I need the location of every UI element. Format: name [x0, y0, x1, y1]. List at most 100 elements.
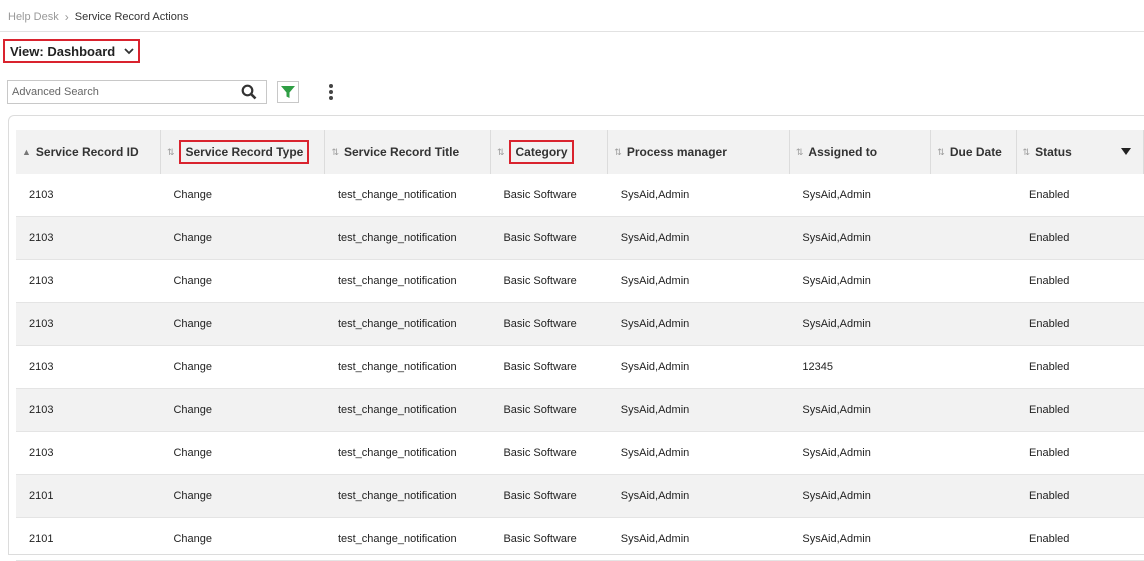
table-cell: Enabled: [1016, 216, 1144, 260]
filter-button[interactable]: [277, 81, 299, 103]
column-menu-caret-icon[interactable]: [1121, 148, 1131, 155]
table-cell: SysAid,Admin: [789, 216, 931, 260]
table-cell: SysAid,Admin: [607, 517, 790, 561]
sort-icon: ⇅: [166, 146, 175, 157]
table-cell: Enabled: [1016, 517, 1144, 561]
column-header-due-date[interactable]: ⇅ Due Date: [930, 130, 1017, 174]
table-cell: SysAid,Admin: [789, 431, 931, 475]
column-header-label: Process manager: [626, 145, 727, 159]
table-cell: Basic Software: [490, 216, 608, 260]
table-cell: Basic Software: [490, 474, 608, 518]
search-input[interactable]: [8, 81, 234, 103]
table-cell: SysAid,Admin: [607, 474, 790, 518]
table-cell: test_change_notification: [324, 259, 491, 303]
table-cell: [930, 174, 1017, 217]
column-header-status[interactable]: ⇅ Status: [1016, 130, 1144, 174]
table-cell: test_change_notification: [324, 302, 491, 346]
more-vertical-icon: [329, 84, 333, 100]
table-cell: Change: [160, 388, 325, 432]
table-body: 2103 Change test_change_notification Basic …: [16, 174, 1144, 561]
sort-icon: ⇅: [1022, 146, 1031, 157]
table-cell: 12345: [789, 345, 931, 389]
more-options-button[interactable]: [326, 83, 336, 101]
sort-ascending-icon: ▲: [22, 147, 31, 157]
table-cell: Enabled: [1016, 302, 1144, 346]
table-cell: [930, 259, 1017, 303]
table-cell: Change: [160, 174, 325, 217]
table-cell: Enabled: [1016, 388, 1144, 432]
table-cell: [930, 474, 1017, 518]
column-header-process-manager[interactable]: ⇅ Process manager: [607, 130, 790, 174]
table-cell: 2101: [16, 474, 161, 518]
column-header-service-record-id[interactable]: ▲ Service Record ID: [16, 130, 161, 174]
breadcrumb-root[interactable]: Help Desk: [8, 11, 59, 23]
divider: [0, 31, 1144, 32]
table-row[interactable]: 2103 Change test_change_notification Basic …: [16, 302, 1144, 346]
table-cell: Basic Software: [490, 388, 608, 432]
table-cell: Change: [160, 517, 325, 561]
table-cell: 2103: [16, 431, 161, 475]
table-cell: SysAid,Admin: [607, 174, 790, 217]
table-cell: Change: [160, 345, 325, 389]
sort-icon: ⇅: [614, 146, 622, 157]
table-cell: 2103: [16, 302, 161, 346]
table-cell: test_change_notification: [324, 388, 491, 432]
records-table: ▲ Service Record ID ⇅ Service Record Typ…: [16, 130, 1144, 561]
table-cell: [930, 431, 1017, 475]
table-cell: Enabled: [1016, 345, 1144, 389]
table-cell: Change: [160, 302, 325, 346]
table-cell: Enabled: [1016, 474, 1144, 518]
table-cell: Enabled: [1016, 259, 1144, 303]
table-cell: 2103: [16, 345, 161, 389]
column-header-label: Assigned to: [808, 145, 878, 159]
table-row[interactable]: 2103 Change test_change_notification Basic …: [16, 216, 1144, 260]
table-cell: Enabled: [1016, 174, 1144, 217]
table-cell: Basic Software: [490, 259, 608, 303]
table-cell: test_change_notification: [324, 474, 491, 518]
column-header-service-record-title[interactable]: ⇅ Service Record Title: [324, 130, 491, 174]
sort-icon: ⇅: [496, 146, 505, 157]
search-icon: [241, 84, 257, 100]
table-cell: 2103: [16, 174, 161, 217]
table-cell: SysAid,Admin: [607, 216, 790, 260]
table-cell: test_change_notification: [324, 431, 491, 475]
table-cell: test_change_notification: [324, 174, 491, 217]
table-row[interactable]: 2103 Change test_change_notification Basic …: [16, 345, 1144, 389]
table-cell: Change: [160, 216, 325, 260]
column-header-category[interactable]: ⇅ Category: [490, 130, 609, 174]
advanced-search: [7, 80, 267, 104]
table-cell: Basic Software: [490, 517, 608, 561]
table-cell: test_change_notification: [324, 216, 491, 260]
table-row[interactable]: 2103 Change test_change_notification Basic …: [16, 431, 1144, 475]
column-header-label: Status: [1035, 145, 1072, 159]
table-row[interactable]: 2101 Change test_change_notification Basic …: [16, 517, 1144, 561]
column-header-assigned-to[interactable]: ⇅ Assigned to: [789, 130, 932, 174]
column-header-service-record-type[interactable]: ⇅ Service Record Type: [160, 130, 326, 174]
column-header-label: Due Date: [949, 145, 1002, 159]
table-cell: Basic Software: [490, 302, 608, 346]
breadcrumb-separator-icon: ›: [64, 10, 69, 24]
breadcrumb: Help Desk › Service Record Actions: [8, 10, 188, 24]
table-cell: 2103: [16, 388, 161, 432]
table-cell: [930, 517, 1017, 561]
table-cell: [930, 216, 1017, 260]
chevron-down-icon: [124, 48, 134, 55]
table-cell: SysAid,Admin: [607, 302, 790, 346]
table-cell: test_change_notification: [324, 345, 491, 389]
column-header-label: Category: [509, 140, 574, 164]
view-selector[interactable]: View: Dashboard: [3, 39, 140, 63]
sort-icon: ⇅: [795, 146, 804, 157]
view-label: View: Dashboard: [10, 43, 116, 59]
table-row[interactable]: 2103 Change test_change_notification Basic …: [16, 174, 1144, 217]
search-button[interactable]: [236, 82, 262, 102]
table-cell: Basic Software: [490, 345, 608, 389]
filter-icon: [281, 86, 295, 98]
table-cell: SysAid,Admin: [789, 302, 931, 346]
table-cell: SysAid,Admin: [607, 431, 790, 475]
table-row[interactable]: 2103 Change test_change_notification Basic …: [16, 259, 1144, 303]
table-row[interactable]: 2103 Change test_change_notification Basic …: [16, 388, 1144, 432]
table-cell: Basic Software: [490, 174, 608, 217]
table-cell: test_change_notification: [324, 517, 491, 561]
table-row[interactable]: 2101 Change test_change_notification Basic …: [16, 474, 1144, 518]
table-cell: SysAid,Admin: [607, 388, 790, 432]
